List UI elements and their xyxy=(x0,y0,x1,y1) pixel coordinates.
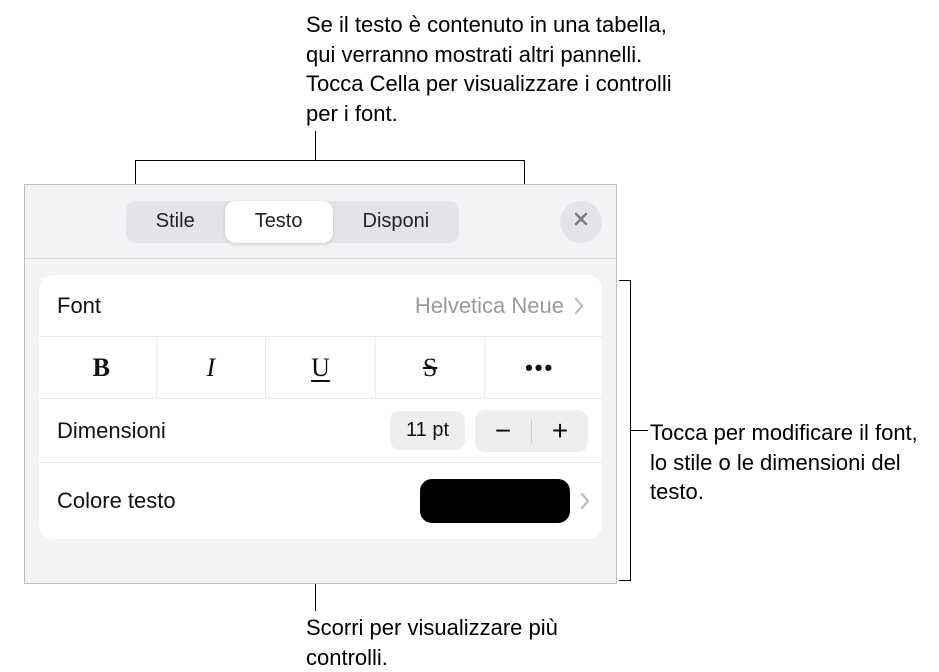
leader-top-drop-left xyxy=(135,160,136,184)
chevron-right-icon xyxy=(574,297,584,315)
leader-right-tip-bot xyxy=(619,580,631,581)
leader-top-bar xyxy=(135,160,525,161)
text-color-row[interactable]: Colore testo xyxy=(39,463,602,539)
format-panel: Stile Testo Disponi Font Helvetica Neue xyxy=(24,184,617,584)
tab-testo[interactable]: Testo xyxy=(225,201,333,243)
tab-stile[interactable]: Stile xyxy=(126,201,225,243)
panel-tabs: Stile Testo Disponi xyxy=(126,201,459,243)
callout-right: Tocca per modificare il font, lo stile o… xyxy=(650,418,930,507)
text-style-row: B I U S ••• xyxy=(39,337,602,399)
more-styles-button[interactable]: ••• xyxy=(485,337,594,398)
size-label: Dimensioni xyxy=(57,418,166,444)
leader-right-stem xyxy=(630,430,648,431)
leader-right-tip-top xyxy=(619,280,631,281)
font-label: Font xyxy=(57,293,101,319)
callout-bottom: Scorri per visualizzare più controlli. xyxy=(306,613,606,672)
close-icon xyxy=(573,211,589,232)
strikethrough-button[interactable]: S xyxy=(376,337,486,398)
underline-button[interactable]: U xyxy=(266,337,376,398)
bold-button[interactable]: B xyxy=(47,337,157,398)
tab-disponi[interactable]: Disponi xyxy=(333,201,460,243)
leader-top-drop-right xyxy=(524,160,525,184)
leader-bottom-stem xyxy=(315,584,316,611)
size-stepper: − + xyxy=(475,410,588,452)
text-color-swatch[interactable] xyxy=(420,479,570,523)
size-decrease-button[interactable]: − xyxy=(475,410,531,452)
font-value: Helvetica Neue xyxy=(415,293,564,319)
leader-top-stem xyxy=(315,131,316,161)
size-row: Dimensioni 11 pt − + xyxy=(39,399,602,463)
chevron-right-icon xyxy=(580,492,590,510)
italic-button[interactable]: I xyxy=(157,337,267,398)
close-button[interactable] xyxy=(560,201,602,243)
font-row[interactable]: Font Helvetica Neue xyxy=(39,275,602,337)
size-value-button[interactable]: 11 pt xyxy=(390,411,465,450)
callout-top: Se il testo è contenuto in una tabella, … xyxy=(306,10,686,129)
panel-body[interactable]: Font Helvetica Neue B I U S ••• xyxy=(25,259,616,583)
text-color-label: Colore testo xyxy=(57,488,176,514)
panel-header: Stile Testo Disponi xyxy=(25,185,616,259)
size-increase-button[interactable]: + xyxy=(532,410,588,452)
text-format-card: Font Helvetica Neue B I U S ••• xyxy=(39,275,602,539)
